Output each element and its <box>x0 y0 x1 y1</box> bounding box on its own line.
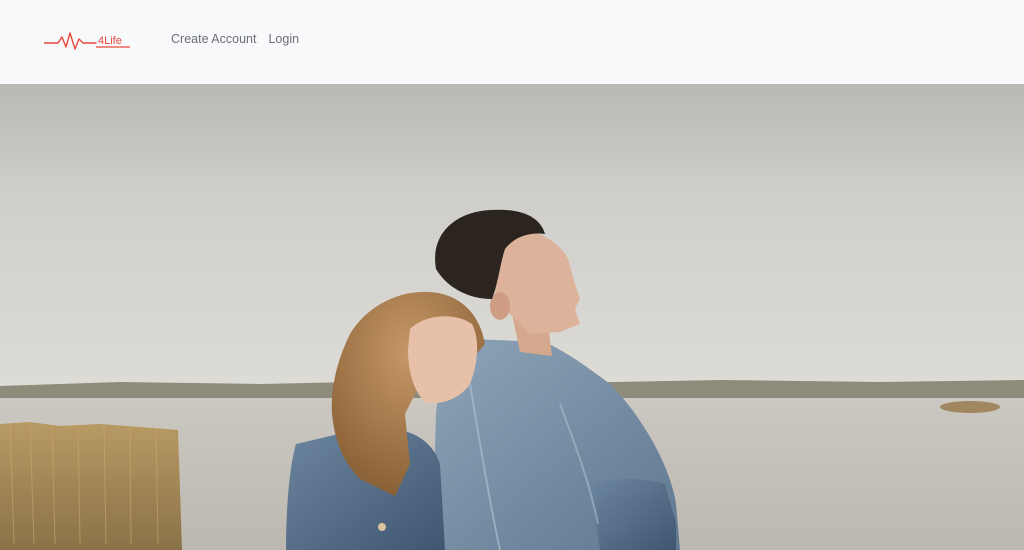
hero-image <box>0 84 1024 550</box>
reed-patch <box>940 401 1000 413</box>
login-link[interactable]: Login <box>268 32 299 46</box>
reeds <box>0 422 182 550</box>
brand-logo-text: 4Life <box>98 35 122 47</box>
heartbeat-line-icon: 4Life <box>44 32 130 50</box>
main-nav: Create Account Login <box>171 32 299 46</box>
brand-logo[interactable]: 4Life <box>44 28 132 54</box>
couple-by-the-lake-photo <box>0 84 1024 550</box>
top-navbar: 4Life Create Account Login <box>0 0 1024 84</box>
create-account-link[interactable]: Create Account <box>171 32 256 46</box>
